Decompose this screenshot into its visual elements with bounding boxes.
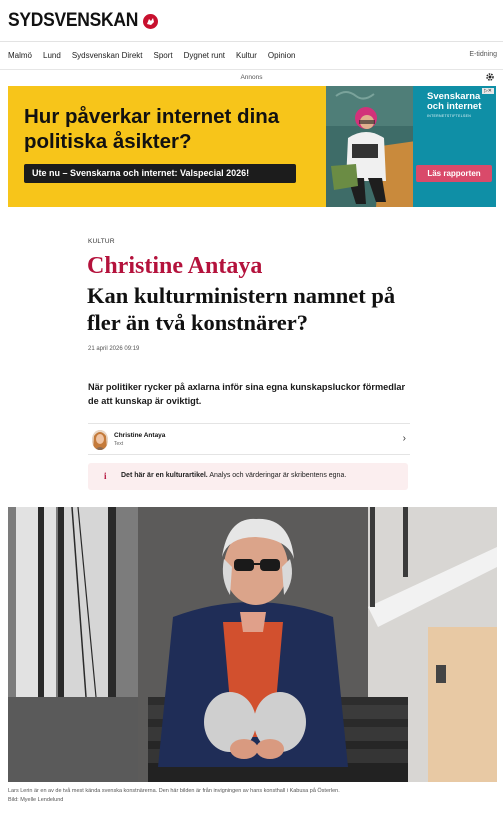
byline-name: Christine Antaya: [114, 432, 166, 439]
author-title: Christine Antaya: [87, 253, 263, 279]
photo-caption: Lars Lerin är en av de två mest kända sv…: [8, 787, 496, 805]
lead-photo: [8, 507, 497, 782]
nav-item-sport[interactable]: Sport: [154, 51, 173, 60]
nav-item-opinion[interactable]: Opinion: [268, 51, 296, 60]
griffin-icon: [143, 13, 159, 29]
byline-role: Text: [114, 441, 124, 447]
publish-date: 21 april 2026 09:19: [88, 346, 140, 352]
article-kicker[interactable]: KULTUR: [88, 238, 115, 245]
main-nav: Malmö Lund Sydsvenskan Direkt Sport Dygn…: [0, 42, 503, 70]
ad-pill[interactable]: Ute nu – Svenskarna och internet: Valspe…: [24, 164, 296, 183]
photo-credit: Bild: Myelle Lendelund: [8, 797, 64, 803]
nav-item-direkt[interactable]: Sydsvenskan Direkt: [72, 51, 143, 60]
adchoices-icon[interactable]: ▷✕: [481, 88, 494, 94]
logo-text: SYDSVENSKAN: [8, 10, 139, 31]
notice-strong: Det här är en kulturartikel.: [121, 472, 208, 479]
article-ingress: När politiker rycker på axlarna inför si…: [88, 382, 406, 406]
ad-brand-sub: INTERNETSTIFTELSEN: [427, 114, 472, 118]
site-logo[interactable]: SYDSVENSKAN: [8, 10, 159, 32]
notice-rest: Analys och värderingar är skribentens eg…: [207, 472, 347, 479]
ad-brand: Svenskarna och internet: [427, 91, 482, 112]
byline[interactable]: Christine Antaya Text ›: [88, 423, 410, 455]
nav-items: Malmö Lund Sydsvenskan Direkt Sport Dygn…: [8, 51, 295, 60]
e-tidning-link[interactable]: E-tidning: [469, 51, 497, 58]
info-icon: i: [104, 471, 107, 481]
chevron-right-icon: ›: [402, 433, 406, 444]
ad-label: Annons: [240, 74, 263, 81]
article-headline: Kan kulturministern namnet på fler än tv…: [87, 283, 396, 335]
author-avatar: [92, 430, 108, 450]
nav-item-dygnet-runt[interactable]: Dygnet runt: [184, 51, 225, 60]
culture-notice: i Det här är en kulturartikel. Analys oc…: [88, 463, 408, 490]
nav-item-malmo[interactable]: Malmö: [8, 51, 32, 60]
caption-text: Lars Lerin är en av de två mest kända sv…: [8, 788, 340, 794]
masthead: SYDSVENSKAN: [0, 0, 503, 42]
notice-text: Det här är en kulturartikel. Analys och …: [121, 472, 346, 479]
ad-brand-panel: Svenskarna och internet INTERNETSTIFTELS…: [413, 86, 496, 207]
ad-photo: [326, 86, 416, 207]
ad-headline: Hur påverkar internet dina politiska åsi…: [24, 105, 280, 153]
nav-item-kultur[interactable]: Kultur: [236, 51, 257, 60]
nav-item-lund[interactable]: Lund: [43, 51, 61, 60]
ad-banner[interactable]: Hur påverkar internet dina politiska åsi…: [8, 86, 496, 207]
ad-cta-button[interactable]: Läs rapporten: [416, 165, 492, 182]
gear-icon[interactable]: [485, 72, 495, 82]
